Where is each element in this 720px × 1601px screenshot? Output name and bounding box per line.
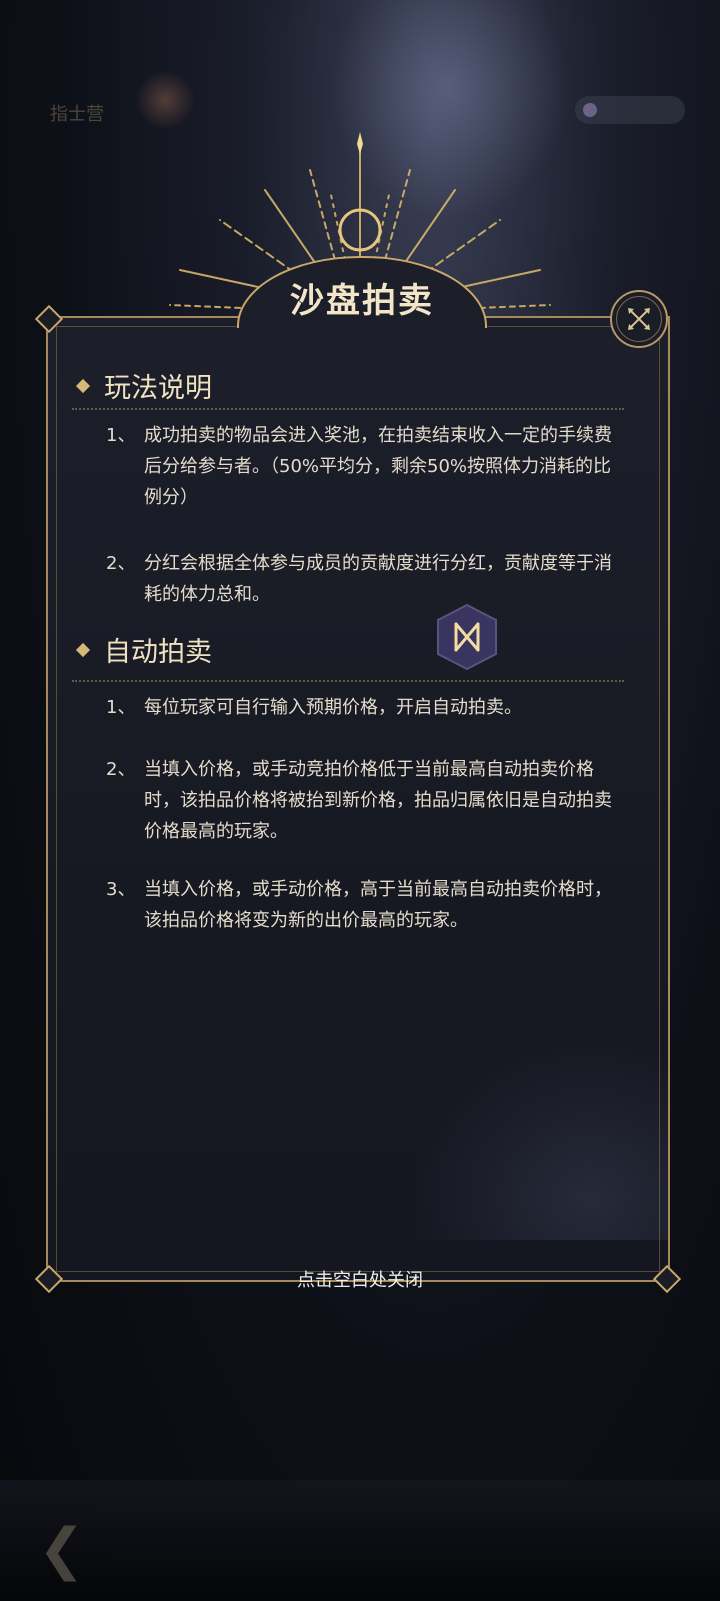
background-emblem-icon	[135, 70, 195, 130]
close-button[interactable]	[610, 290, 668, 348]
background-currency-pill	[575, 96, 685, 124]
rule-text: 当填入价格，或手动价格，高于当前最高自动拍卖价格时，该拍品价格将变为新的出价最高…	[144, 879, 612, 931]
section-title: 玩法说明	[104, 373, 212, 404]
rule-number: 2、	[106, 759, 136, 780]
back-arrow-icon[interactable]: ❮	[38, 1520, 108, 1580]
dialog-title: 沙盘拍卖	[290, 280, 434, 321]
diamond-bullet-icon	[75, 642, 91, 657]
rule-number: 3、	[106, 879, 136, 900]
rune-hexagon-icon	[437, 603, 497, 671]
rule-number: 2、	[106, 553, 136, 574]
close-x-icon	[616, 296, 662, 342]
dotted-divider	[72, 680, 624, 682]
tap-to-close-hint[interactable]: 点击空白处关闭	[0, 1266, 720, 1292]
rule-item: 1、 每位玩家可自行输入预期价格，开启自动拍卖。	[106, 692, 616, 723]
rule-number: 1、	[106, 697, 136, 718]
rule-item: 3、 当填入价格，或手动价格，高于当前最高自动拍卖价格时，该拍品价格将变为新的出…	[106, 874, 616, 936]
diamond-bullet-icon	[75, 378, 91, 393]
section-title: 自动拍卖	[104, 637, 212, 668]
starfield-decoration	[408, 1040, 668, 1240]
rule-text: 成功拍卖的物品会进入奖池，在拍卖结束收入一定的手续费后分给参与者。（50%平均分…	[144, 425, 612, 508]
rule-text: 每位玩家可自行输入预期价格，开启自动拍卖。	[144, 697, 522, 718]
section-header-gameplay: 玩法说明	[75, 366, 212, 405]
rule-text: 分红会根据全体参与成员的贡献度进行分红，贡献度等于消耗的体力总和。	[144, 553, 612, 605]
rule-item: 1、 成功拍卖的物品会进入奖池，在拍卖结束收入一定的手续费后分给参与者。（50%…	[106, 420, 616, 513]
rule-item: 2、 分红会根据全体参与成员的贡献度进行分红，贡献度等于消耗的体力总和。	[106, 548, 616, 610]
section-header-auto-auction: 自动拍卖	[75, 630, 212, 669]
rule-item: 2、 当填入价格，或手动竞拍价格低于当前最高自动拍卖价格时，该拍品价格将被抬到新…	[106, 754, 616, 847]
bottom-bar	[0, 1480, 720, 1601]
rule-text: 当填入价格，或手动竞拍价格低于当前最高自动拍卖价格时，该拍品价格将被抬到新价格，…	[144, 759, 612, 842]
currency-icon	[583, 103, 597, 117]
dotted-divider	[72, 408, 624, 410]
rule-number: 1、	[106, 425, 136, 446]
background-badge-label: 指士营	[50, 104, 104, 125]
